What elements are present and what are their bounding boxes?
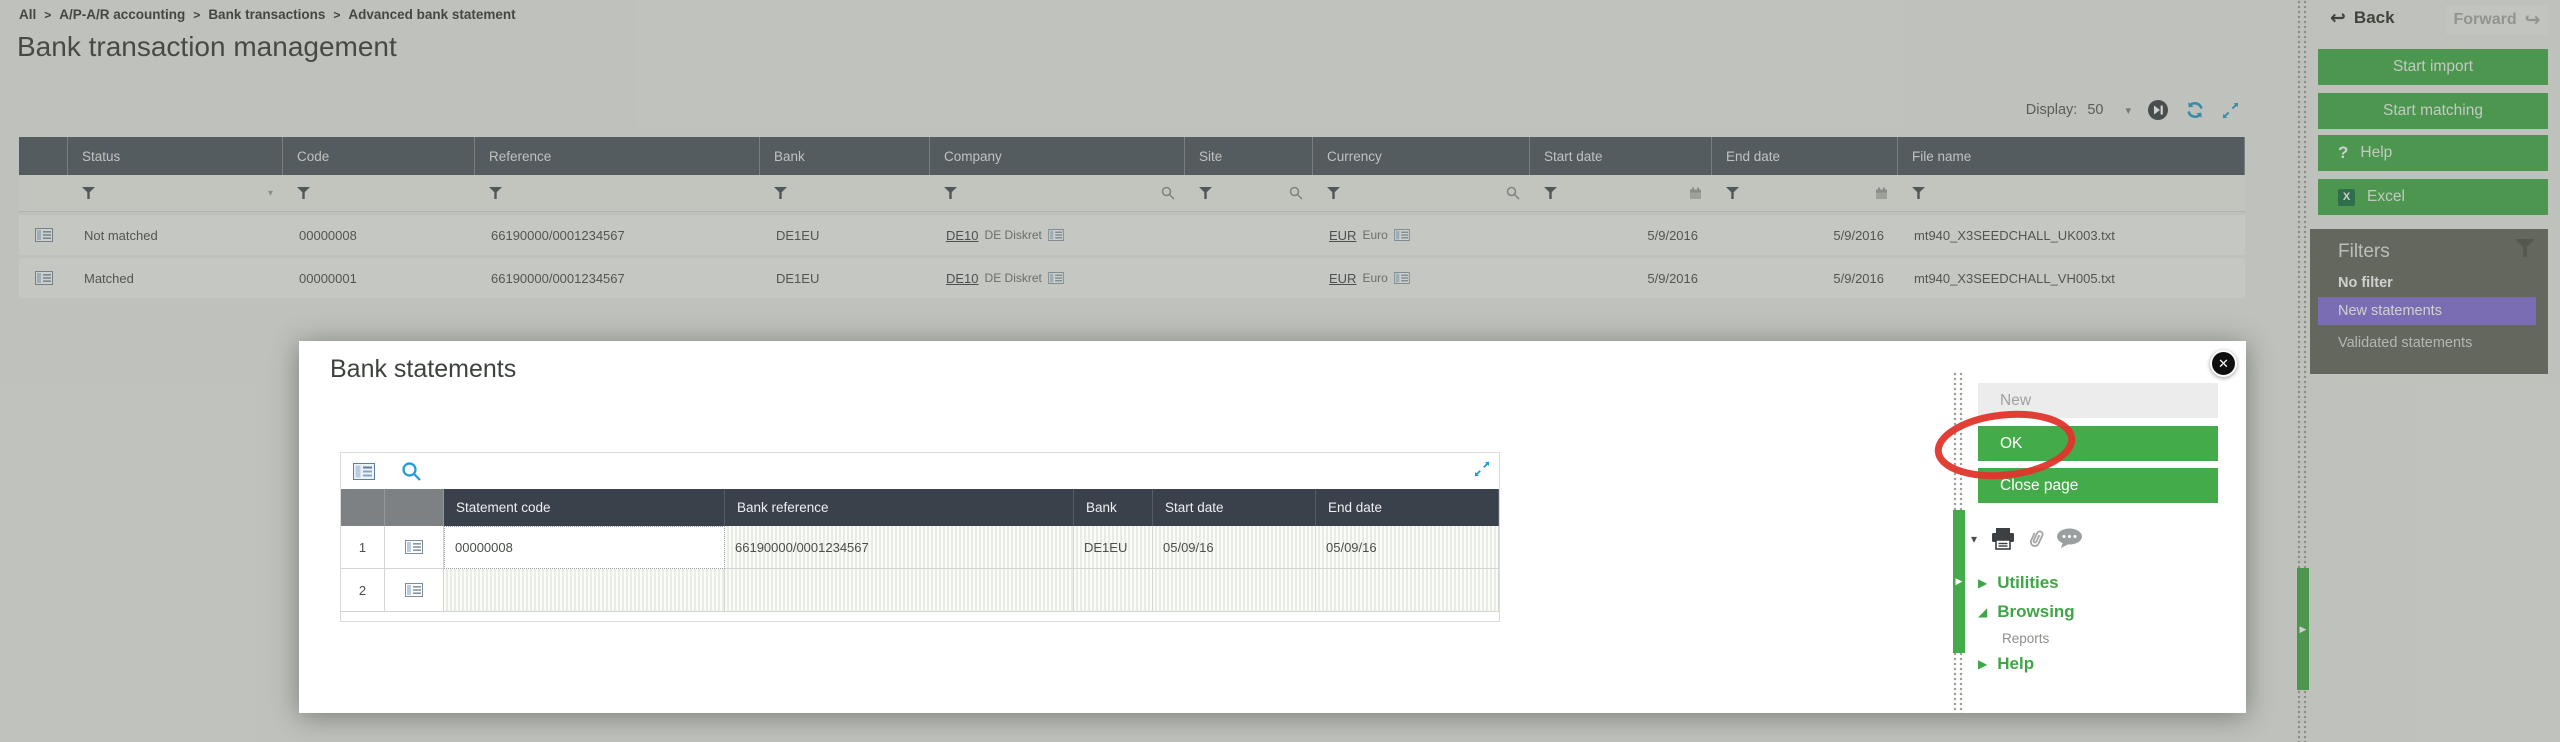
expand-table-icon[interactable] bbox=[1473, 460, 1491, 483]
attachment-icon[interactable] bbox=[2023, 524, 2049, 552]
menu-utilities-label: Utilities bbox=[1997, 573, 2058, 593]
comment-icon[interactable] bbox=[2056, 528, 2083, 549]
actions-caret-icon[interactable]: ▾ bbox=[1971, 532, 1977, 546]
row-detail-icon[interactable] bbox=[385, 569, 444, 612]
bank-statements-modal: Bank statements ✕ Statement code Bank re… bbox=[299, 341, 2246, 713]
search-icon[interactable] bbox=[401, 461, 422, 482]
cell-bank-reference[interactable] bbox=[725, 569, 1074, 612]
header-bank-reference[interactable]: Bank reference bbox=[725, 489, 1074, 526]
menu-reports[interactable]: Reports bbox=[2002, 631, 2075, 646]
collapsed-triangle-icon: ▶ bbox=[1978, 657, 1987, 671]
collapsed-triangle-icon: ▶ bbox=[1978, 576, 1987, 590]
modal-title: Bank statements bbox=[330, 355, 516, 384]
cell-bank[interactable]: DE1EU bbox=[1074, 526, 1153, 569]
menu-utilities[interactable]: ▶ Utilities bbox=[1978, 573, 2075, 593]
menu-browsing-label: Browsing bbox=[1997, 602, 2074, 622]
annotation-circle bbox=[1902, 393, 2108, 497]
cell-bank-reference[interactable]: 66190000/0001234567 bbox=[725, 526, 1074, 569]
header-bank[interactable]: Bank bbox=[1074, 489, 1153, 526]
modal-side-menu: ▶ Utilities ◢ Browsing Reports ▶ Help bbox=[1978, 573, 2075, 683]
cell-end-date[interactable] bbox=[1316, 569, 1499, 612]
menu-browsing[interactable]: ◢ Browsing bbox=[1978, 602, 2075, 622]
row-detail-icon[interactable] bbox=[385, 526, 444, 569]
statements-header-row: Statement code Bank reference Bank Start… bbox=[341, 489, 1499, 526]
header-end-date[interactable]: End date bbox=[1316, 489, 1499, 526]
statement-row[interactable]: 2 bbox=[341, 569, 1499, 612]
cell-statement-code[interactable] bbox=[444, 569, 725, 612]
row-number: 2 bbox=[341, 569, 385, 612]
cell-bank[interactable] bbox=[1074, 569, 1153, 612]
expanded-triangle-icon: ◢ bbox=[1978, 605, 1987, 619]
menu-help-label: Help bbox=[1997, 654, 2034, 674]
statement-row[interactable]: 1 00000008 66190000/0001234567 DE1EU 05/… bbox=[341, 526, 1499, 569]
cell-start-date[interactable]: 05/09/16 bbox=[1153, 526, 1316, 569]
modal-icon-toolbar: ▾ bbox=[1971, 527, 2083, 550]
detail-view-icon[interactable] bbox=[353, 463, 375, 480]
statements-toolbar bbox=[341, 453, 1499, 489]
app-window: All > A/P-A/R accounting > Bank transact… bbox=[0, 0, 2560, 742]
header-statement-code[interactable]: Statement code bbox=[444, 489, 725, 526]
header-start-date[interactable]: Start date bbox=[1153, 489, 1316, 526]
statements-table: Statement code Bank reference Bank Start… bbox=[341, 489, 1499, 612]
menu-help[interactable]: ▶ Help bbox=[1978, 654, 2075, 674]
cell-start-date[interactable] bbox=[1153, 569, 1316, 612]
statements-panel: Statement code Bank reference Bank Start… bbox=[340, 452, 1500, 622]
cell-end-date[interactable]: 05/09/16 bbox=[1316, 526, 1499, 569]
row-number: 1 bbox=[341, 526, 385, 569]
header-row-number bbox=[341, 489, 385, 526]
print-icon[interactable] bbox=[1990, 528, 2016, 550]
header-detail-column bbox=[385, 489, 444, 526]
modal-close-icon[interactable]: ✕ bbox=[2210, 350, 2237, 377]
cell-statement-code[interactable]: 00000008 bbox=[444, 526, 725, 569]
modal-panel-collapse-handle[interactable] bbox=[1953, 510, 1965, 653]
